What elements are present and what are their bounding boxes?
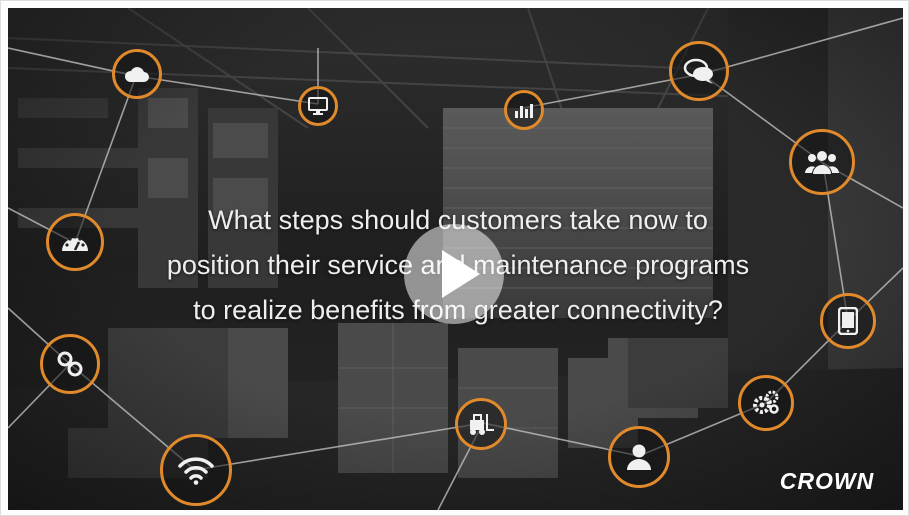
- video-player[interactable]: What steps should customers take now to …: [8, 8, 903, 510]
- speedometer-icon: [46, 213, 104, 271]
- play-button[interactable]: [404, 224, 504, 324]
- tablet-icon: [820, 293, 876, 349]
- svg-text:CROWN: CROWN: [780, 468, 874, 494]
- gears-icon: [738, 375, 794, 431]
- play-icon: [442, 250, 480, 298]
- forklift-icon: [455, 398, 507, 450]
- link-icon: [40, 334, 100, 394]
- monitor-icon: [298, 86, 338, 126]
- video-frame: What steps should customers take now to …: [0, 0, 909, 516]
- chat-bubbles-icon: [669, 41, 729, 101]
- brand-logo: CROWN: [778, 466, 876, 496]
- user-icon: [608, 426, 670, 488]
- users-group-icon: [789, 129, 855, 195]
- bar-chart-icon: [504, 90, 544, 130]
- wifi-icon: [160, 434, 232, 506]
- cloud-icon: [112, 49, 162, 99]
